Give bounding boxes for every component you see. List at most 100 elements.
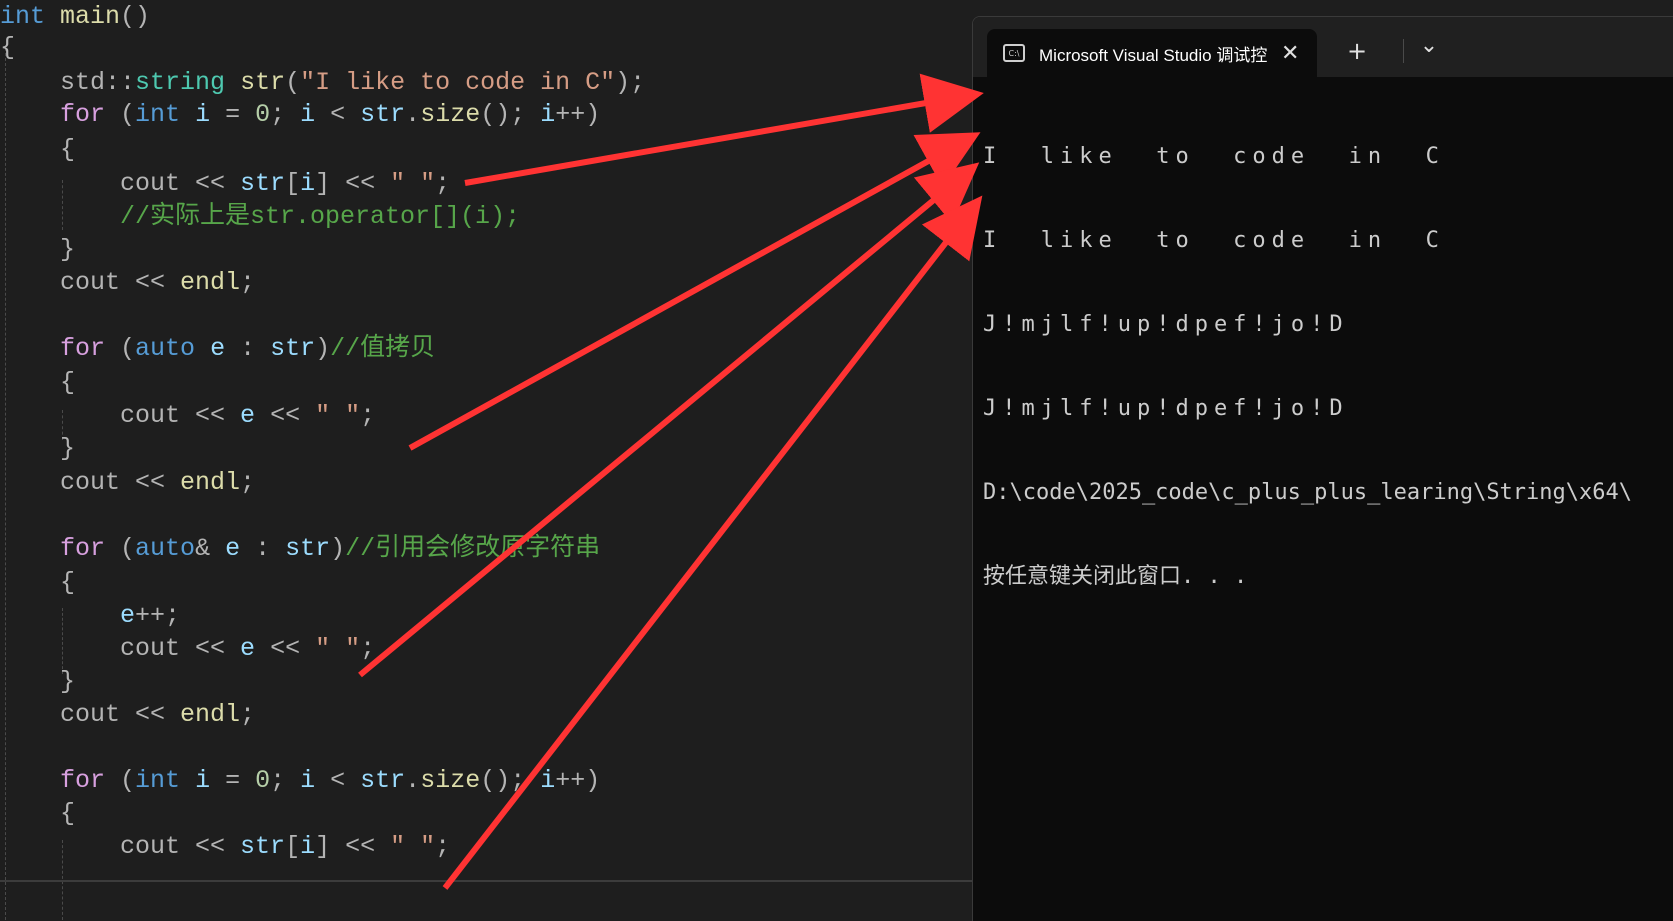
code-token: : bbox=[225, 334, 271, 363]
code-token: ( bbox=[105, 534, 136, 563]
code-line[interactable]: cout << str[i] << " "; bbox=[0, 167, 450, 201]
code-line[interactable]: { bbox=[0, 797, 75, 831]
code-token: ; bbox=[360, 401, 376, 430]
code-token: [ bbox=[285, 169, 301, 198]
code-token: " " bbox=[390, 832, 436, 861]
code-token: " " bbox=[315, 634, 361, 663]
code-line[interactable]: for (auto& e : str)//引用会修改原字符串 bbox=[0, 532, 600, 566]
terminal-tab-title: Microsoft Visual Studio 调试控 bbox=[1039, 45, 1268, 65]
code-token: ( bbox=[105, 766, 136, 795]
code-token: ++; bbox=[135, 601, 181, 630]
code-line[interactable]: for (int i = 0; i < str.size(); i++) bbox=[0, 98, 600, 132]
output-line: I like to code in C bbox=[983, 228, 1445, 253]
code-editor[interactable]: int main(){ std::string str("I like to c… bbox=[0, 0, 975, 920]
tab-separator bbox=[1403, 39, 1404, 63]
code-line[interactable]: e++; bbox=[0, 599, 180, 633]
code-token: { bbox=[0, 33, 16, 62]
code-token: endl bbox=[180, 700, 241, 729]
code-token: e bbox=[240, 401, 256, 430]
terminal-window[interactable]: C:\ Microsoft Visual Studio 调试控 ✕ + ⌄ I … bbox=[972, 16, 1673, 921]
code-line[interactable]: cout << e << " "; bbox=[0, 632, 375, 666]
new-tab-button[interactable]: + bbox=[1341, 35, 1373, 67]
code-token: e bbox=[0, 601, 136, 630]
code-line[interactable]: } bbox=[0, 233, 75, 267]
code-token: [ bbox=[285, 832, 301, 861]
code-token: ); bbox=[615, 68, 646, 97]
code-token: << bbox=[255, 401, 316, 430]
code-line[interactable]: int main() bbox=[0, 0, 150, 34]
code-line[interactable]: { bbox=[0, 366, 75, 400]
code-token: 0 bbox=[255, 100, 271, 129]
code-line[interactable]: cout << endl; bbox=[0, 698, 255, 732]
code-token: main bbox=[45, 2, 121, 31]
code-line[interactable]: std::string str("I like to code in C"); bbox=[0, 66, 645, 100]
code-token: i bbox=[300, 100, 316, 129]
code-line[interactable]: cout << endl; bbox=[0, 466, 255, 500]
code-line[interactable]: } bbox=[0, 432, 75, 466]
code-token: size bbox=[420, 100, 481, 129]
code-token: //引用会修改原字符串 bbox=[345, 534, 601, 563]
code-token: //实际上是str.operator[](i); bbox=[0, 202, 521, 231]
code-token: () bbox=[120, 2, 151, 31]
code-token: ++) bbox=[555, 766, 601, 795]
code-token: e bbox=[210, 534, 241, 563]
code-token: 0 bbox=[255, 766, 271, 795]
code-token: . bbox=[405, 100, 421, 129]
code-token: auto bbox=[135, 334, 196, 363]
code-token: int bbox=[135, 766, 181, 795]
code-token: ] << bbox=[315, 169, 391, 198]
code-token: ; bbox=[240, 468, 256, 497]
code-token: ; bbox=[240, 268, 256, 297]
code-token: ; bbox=[270, 100, 301, 129]
code-line[interactable]: //实际上是str.operator[](i); bbox=[0, 200, 520, 234]
console-icon: C:\ bbox=[1003, 44, 1025, 62]
code-token: str bbox=[240, 68, 286, 97]
code-token: for bbox=[0, 534, 106, 563]
code-token: = bbox=[210, 766, 256, 795]
code-line[interactable]: cout << str[i] << " "; bbox=[0, 830, 450, 864]
code-token: ; bbox=[435, 169, 451, 198]
code-line[interactable]: for (auto e : str)//值拷贝 bbox=[0, 332, 435, 366]
current-line-highlight bbox=[0, 880, 975, 920]
code-token: ( bbox=[285, 68, 301, 97]
output-line: D:\code\2025_code\c_plus_plus_learing\St… bbox=[983, 480, 1633, 505]
code-token: i bbox=[300, 832, 316, 861]
close-icon[interactable]: ✕ bbox=[1281, 41, 1299, 66]
code-token: str bbox=[360, 766, 406, 795]
code-token: e bbox=[195, 334, 226, 363]
code-line[interactable]: } bbox=[0, 665, 75, 699]
code-token: = bbox=[210, 100, 256, 129]
code-token: str bbox=[240, 832, 286, 861]
code-token: i bbox=[180, 766, 211, 795]
code-token: ; bbox=[240, 700, 256, 729]
code-token: cout << bbox=[0, 468, 181, 497]
chevron-down-icon[interactable]: ⌄ bbox=[1413, 29, 1445, 61]
code-line[interactable]: { bbox=[0, 566, 75, 600]
code-line[interactable]: { bbox=[0, 133, 75, 167]
code-token: for bbox=[0, 100, 106, 129]
code-token: e bbox=[240, 634, 256, 663]
code-line[interactable]: cout << endl; bbox=[0, 266, 255, 300]
terminal-tab[interactable]: C:\ Microsoft Visual Studio 调试控 ✕ bbox=[987, 29, 1317, 77]
code-token: i bbox=[540, 766, 556, 795]
code-line[interactable]: { bbox=[0, 31, 15, 65]
code-token: cout << bbox=[0, 700, 181, 729]
code-token: int bbox=[0, 2, 46, 31]
code-token: int bbox=[135, 100, 181, 129]
code-token: : bbox=[240, 534, 286, 563]
code-token: "I like to code in C" bbox=[300, 68, 616, 97]
code-token: for bbox=[0, 766, 106, 795]
code-token: auto bbox=[135, 534, 196, 563]
code-line[interactable]: for (int i = 0; i < str.size(); i++) bbox=[0, 764, 600, 798]
code-token: for bbox=[0, 334, 106, 363]
code-token: ( bbox=[105, 334, 136, 363]
code-token: //值拷贝 bbox=[330, 334, 436, 363]
code-token: i bbox=[180, 100, 211, 129]
code-token: << bbox=[255, 634, 316, 663]
output-line: J!mjlf!up!dpef!jo!D bbox=[983, 396, 1349, 421]
code-token: str bbox=[360, 100, 406, 129]
code-token: . bbox=[405, 766, 421, 795]
output-line: J!mjlf!up!dpef!jo!D bbox=[983, 312, 1349, 337]
code-line[interactable]: cout << e << " "; bbox=[0, 399, 375, 433]
